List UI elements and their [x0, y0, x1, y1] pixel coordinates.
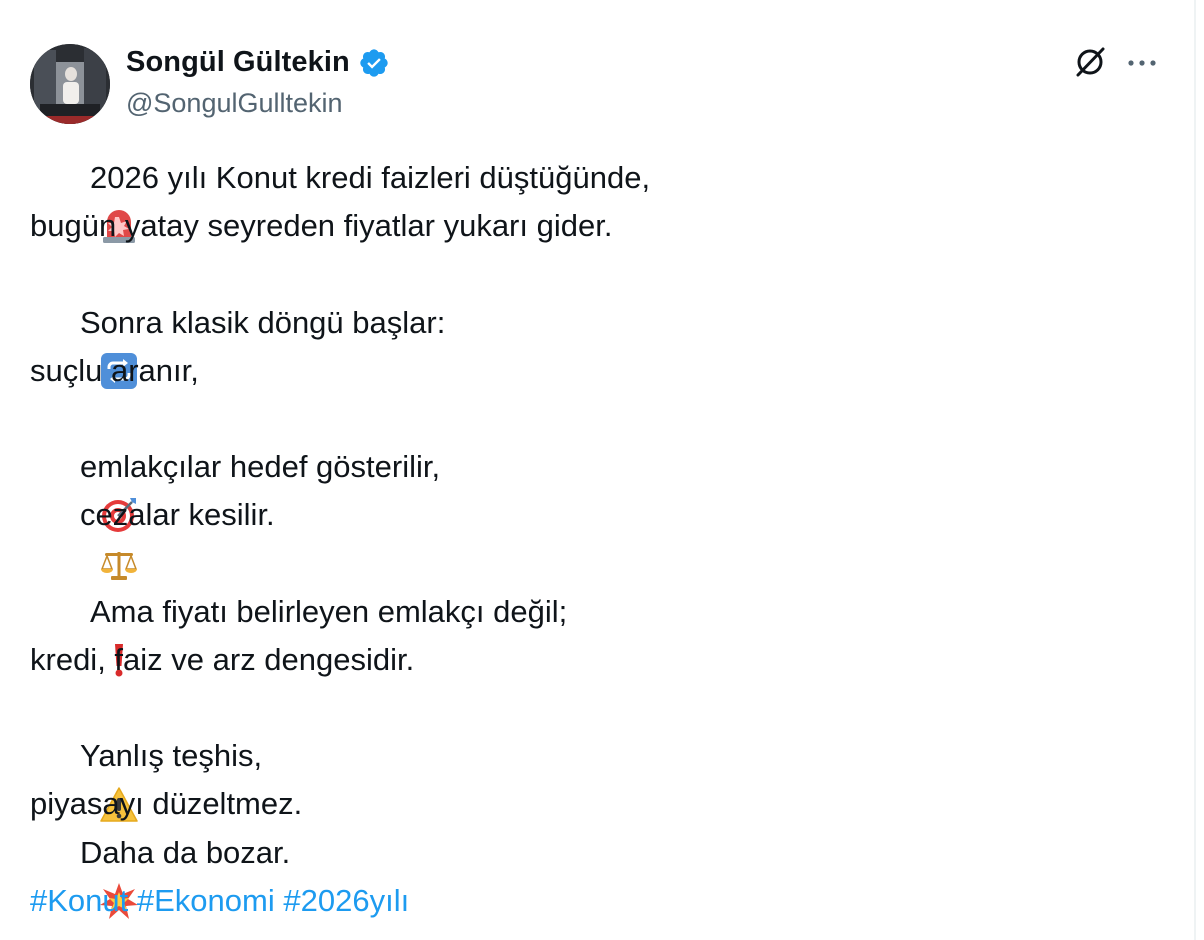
tweet-line: Daha da bozar.: [30, 829, 1150, 919]
tweet-card: Songül Gültekin @SongulGulltekin 2026 yı…: [0, 0, 1204, 940]
tweet-line-text: emlakçılar hedef gösterilir,: [80, 449, 441, 485]
tweet-line: bugün yatay seyreden fiyatlar yukarı gid…: [30, 202, 1150, 250]
tweet-line-text: Daha da bozar.: [80, 834, 291, 870]
avatar-photo: [30, 44, 110, 124]
tweet-line-text: kredi, faiz ve arz dengesidir.: [30, 641, 415, 677]
tweet-line-text: Ama fiyatı belirleyen emlakçı değil;: [90, 593, 568, 629]
hashtag-link[interactable]: #2026yılı: [283, 877, 409, 925]
tweet-line-text: suçlu aranır,: [30, 352, 199, 388]
exclamation-mark-icon: [30, 592, 123, 677]
tweet-line: emlakçılar hedef gösterilir,: [30, 443, 1150, 533]
tweet-line: piyasayı düzeltmez.: [30, 780, 1150, 828]
more-options-button[interactable]: [1122, 44, 1162, 84]
tweet-line-text: 2026 yılı Konut kredi faizleri düştüğünd…: [90, 160, 651, 195]
hashtag-link[interactable]: #Konut: [30, 877, 128, 925]
more-horizontal-icon: [1126, 55, 1158, 73]
tweet-line-text: bugün yatay seyreden fiyatlar yukarı gid…: [30, 208, 613, 244]
direct-hit-icon: [30, 447, 136, 533]
balance-scale-icon: [30, 495, 137, 580]
repeat-button-icon: [30, 303, 137, 389]
grok-button[interactable]: [1070, 44, 1110, 84]
warning-icon: [30, 736, 138, 822]
author-handle[interactable]: @SongulGulltekin: [126, 88, 343, 119]
grok-icon: [1072, 44, 1108, 85]
tweet-line-text: piyasayı düzeltmez.: [30, 786, 303, 822]
author-display-name[interactable]: Songül Gültekin: [126, 46, 350, 79]
author-name-row: Songül Gültekin: [126, 46, 390, 79]
tweet-line: Yanlış teşhis,: [30, 732, 1150, 822]
tweet-line: kredi, faiz ve arz dengesidir.: [30, 636, 1150, 684]
tweet-line: cezalar kesilir.: [30, 491, 1150, 580]
tweet-text: 2026 yılı Konut kredi faizleri düştüğünd…: [30, 154, 1150, 925]
tweet-line-text: cezalar kesilir.: [80, 497, 275, 533]
tweet-line: suçlu aranır,: [30, 347, 1150, 395]
verified-badge-icon[interactable]: [358, 47, 390, 79]
tweet-line: Ama fiyatı belirleyen emlakçı değil;: [30, 588, 1150, 677]
tweet-line: 2026 yılı Konut kredi faizleri düştüğünd…: [30, 154, 1150, 244]
collision-icon: [30, 833, 138, 919]
hashtag-link[interactable]: #Ekonomi: [137, 877, 275, 925]
tweet-line: Sonra klasik döngü başlar:: [30, 299, 1150, 389]
tweet-line-text: Yanlış teşhis,: [80, 738, 263, 774]
hashtag-row: #Konut #Ekonomi #2026yılı: [30, 877, 1150, 925]
tweet-line-text: Sonra klasik döngü başlar:: [80, 304, 446, 340]
rotating-light-icon: [30, 158, 135, 244]
avatar[interactable]: [30, 44, 110, 124]
